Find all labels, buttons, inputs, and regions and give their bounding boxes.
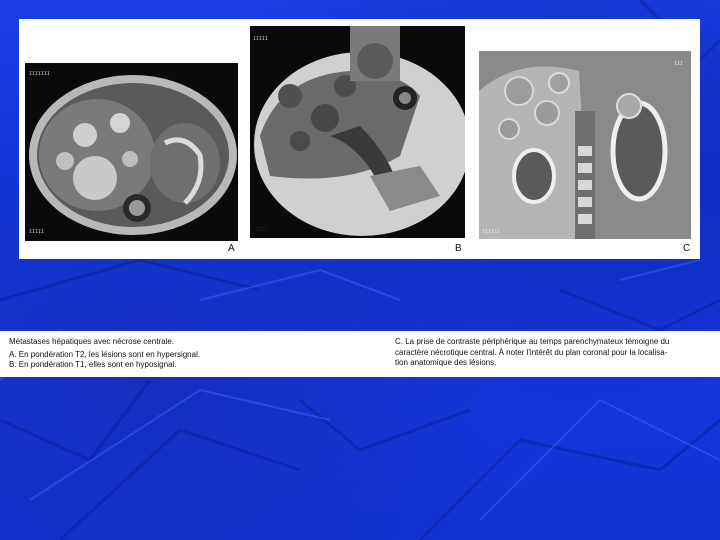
caption-line-b: B. En pondération T1, elles sont en hypo… bbox=[9, 360, 177, 369]
mri-image-a: IIIIIII IIIII bbox=[25, 63, 238, 241]
svg-text:IIIII: IIIII bbox=[253, 227, 268, 233]
caption-title: Métastases hépatiques avec nécrose centr… bbox=[9, 337, 174, 346]
svg-text:III: III bbox=[674, 61, 683, 67]
caption-line-c2: caractère nécrotique central. À noter l'… bbox=[395, 347, 668, 357]
svg-text:IIIII: IIIII bbox=[29, 229, 44, 235]
mri-image-c: III IIIIII bbox=[479, 51, 691, 239]
caption-line-a: A. En pondération T2, les lésions sont e… bbox=[9, 349, 201, 359]
panel-label-a: A bbox=[228, 243, 235, 254]
mri-image-b: IIIII IIIII bbox=[250, 26, 465, 238]
panel-label-b: B bbox=[455, 243, 462, 254]
caption-panel: Métastases hépatiques avec nécrose centr… bbox=[0, 331, 720, 377]
panel-label-c: C bbox=[683, 243, 691, 254]
caption-line-c1: C. La prise de contraste périphérique au… bbox=[395, 337, 670, 346]
svg-text:IIIIIII: IIIIIII bbox=[29, 71, 50, 77]
svg-text:IIIIII: IIIIII bbox=[482, 229, 500, 235]
figure-panel: IIIIIII IIIII IIIII IIIII III IIIIII A B… bbox=[19, 19, 700, 259]
svg-text:IIIII: IIIII bbox=[253, 36, 268, 42]
caption-right: C. La prise de contraste périphérique au… bbox=[395, 337, 717, 369]
caption-line-c3: tion anatomique des lésions. bbox=[395, 358, 497, 367]
caption-left: Métastases hépatiques avec nécrose centr… bbox=[9, 337, 369, 371]
